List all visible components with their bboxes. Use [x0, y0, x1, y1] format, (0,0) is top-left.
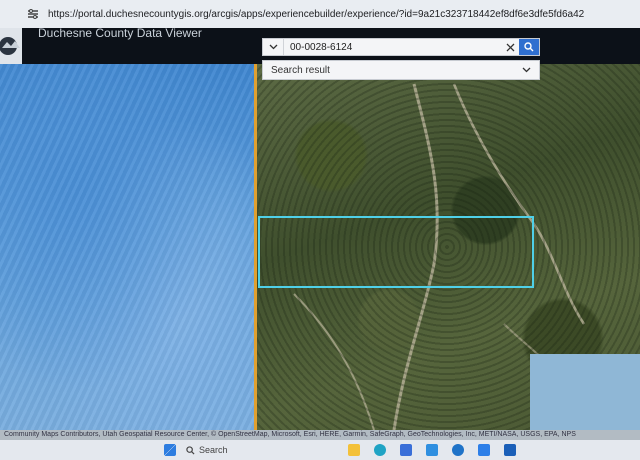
file-explorer-icon[interactable] — [347, 444, 360, 456]
taskbar-search-label: Search — [199, 445, 228, 455]
search-source-dropdown[interactable] — [263, 39, 284, 55]
search-icon — [186, 445, 195, 455]
store-icon[interactable] — [399, 444, 412, 456]
os-taskbar: Search — [0, 440, 640, 460]
close-icon — [506, 43, 514, 51]
map-attribution: Community Maps Contributors, Utah Geospa… — [0, 430, 640, 440]
search-icon — [524, 42, 534, 52]
county-boundary-line — [254, 64, 257, 430]
chevron-down-icon — [269, 44, 277, 50]
selected-parcel-outline[interactable] — [258, 216, 534, 288]
basemap-tile-patch — [530, 354, 640, 430]
chevron-down-icon[interactable] — [522, 67, 531, 73]
map-imagery-left — [0, 64, 254, 430]
search-input[interactable] — [284, 39, 501, 55]
outlook-icon[interactable] — [503, 444, 516, 456]
search-result-label: Search result — [271, 64, 330, 76]
edge-browser-icon[interactable] — [373, 444, 386, 456]
taskbar-search[interactable]: Search — [186, 445, 228, 455]
app-title: Duchesne County Data Viewer — [38, 26, 202, 40]
browser-address-bar[interactable]: https://portal.duchesnecountygis.org/arc… — [0, 0, 640, 28]
county-logo — [0, 28, 22, 64]
site-settings-icon[interactable] — [24, 5, 42, 23]
search-widget — [262, 38, 540, 56]
address-url[interactable]: https://portal.duchesnecountygis.org/arc… — [48, 9, 584, 20]
clear-search-button[interactable] — [501, 39, 519, 55]
windows-start-icon[interactable] — [164, 444, 176, 456]
search-button[interactable] — [519, 39, 539, 55]
dropbox-icon[interactable] — [477, 444, 490, 456]
hp-icon[interactable] — [451, 444, 464, 456]
map-view[interactable] — [0, 64, 640, 430]
mail-icon[interactable] — [425, 444, 438, 456]
search-result-panel[interactable]: Search result — [262, 60, 540, 80]
